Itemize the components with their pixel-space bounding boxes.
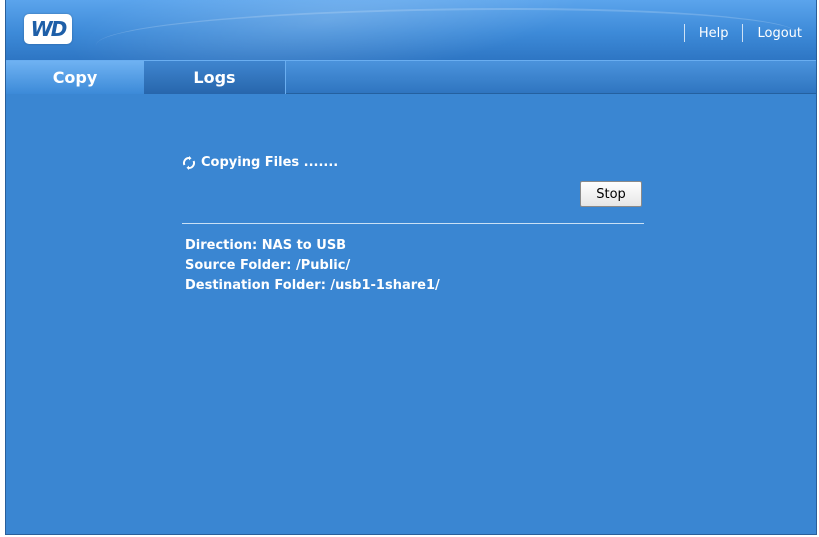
logout-link[interactable]: Logout (757, 26, 802, 41)
copy-status: Copying Files ....... (182, 155, 338, 170)
link-divider (683, 24, 685, 42)
tab-bar: Copy Logs (6, 60, 816, 94)
copy-details: Direction: NAS to USB Source Folder: /Pu… (185, 236, 440, 296)
divider (182, 223, 644, 224)
source-folder-text: Source Folder: /Public/ (185, 258, 351, 273)
header: WD Help Logout (6, 0, 816, 60)
top-links: Help Logout (670, 24, 802, 42)
link-divider (742, 24, 744, 42)
direction-text: Direction: NAS to USB (185, 238, 347, 253)
refresh-icon (183, 155, 195, 170)
tab-logs[interactable]: Logs (144, 61, 286, 94)
destination-folder-text: Destination Folder: /usb1-1share1/ (185, 278, 440, 293)
stop-button[interactable]: Stop (580, 181, 642, 207)
wd-logo: WD (24, 14, 72, 44)
help-link[interactable]: Help (699, 26, 729, 41)
app-window: WD Help Logout Copy Logs Copying Files .… (5, 0, 817, 535)
status-text: Copying Files ....... (201, 155, 339, 170)
tab-copy[interactable]: Copy (6, 61, 144, 94)
logo-text: WD (30, 17, 68, 41)
